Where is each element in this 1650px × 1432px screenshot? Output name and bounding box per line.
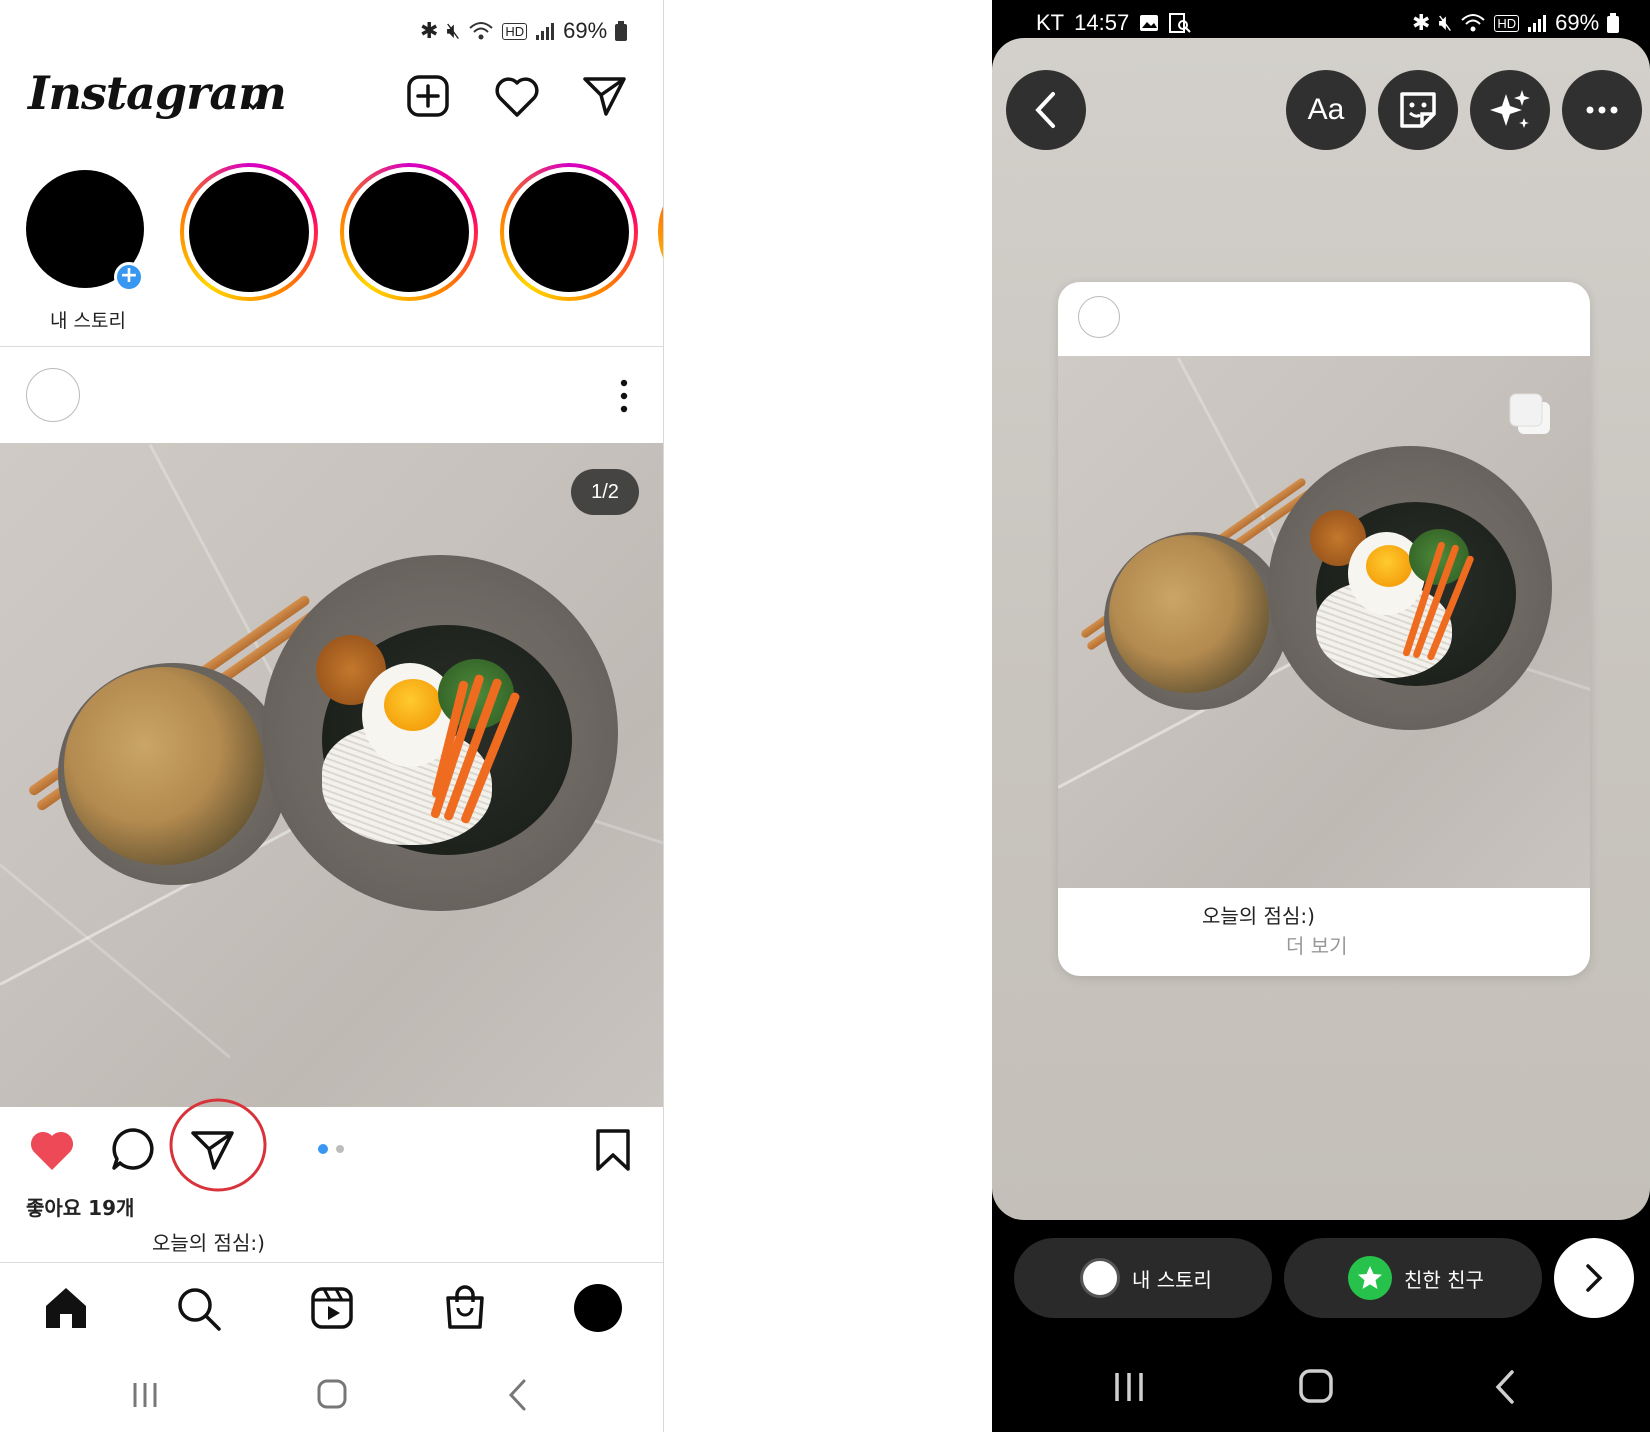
photo-counter-badge: 1/2 [571, 469, 639, 515]
battery-text: 69% [1555, 10, 1600, 35]
text-tool-button[interactable]: Aa [1286, 70, 1366, 150]
story-avatar[interactable] [180, 163, 318, 301]
battery-icon [1607, 13, 1620, 33]
instagram-logo[interactable]: Instagram [28, 66, 287, 120]
back-icon[interactable] [1492, 1368, 1518, 1406]
likes-count[interactable]: 좋아요 19개 [26, 1192, 134, 1221]
story-avatar[interactable] [500, 163, 638, 301]
status-bar-left: KT 14:57 [1036, 8, 1191, 38]
search-icon[interactable] [176, 1286, 222, 1332]
battery-text: 69% [563, 18, 608, 43]
wifi-icon [1461, 14, 1485, 32]
story-avatar[interactable] [340, 163, 478, 301]
my-story-avatar [1080, 1258, 1120, 1298]
post-author-avatar[interactable] [26, 368, 80, 422]
screenshot-notification-icon [1169, 13, 1191, 33]
reels-icon[interactable] [310, 1286, 354, 1330]
sparkles-icon [1490, 90, 1530, 128]
post-author-avatar [1078, 296, 1120, 338]
status-bar: ✱ 🔇︎ HD 69% [420, 16, 628, 46]
share-to-close-friends-button[interactable]: 친한 친구 [1284, 1238, 1542, 1318]
carousel-dot-active [318, 1144, 328, 1154]
share-to-my-story-button[interactable]: 내 스토리 [1014, 1238, 1272, 1318]
multi-photo-icon [1509, 393, 1550, 434]
status-bar-right: ✱ 🔇︎ HD 69% [1412, 8, 1620, 38]
chevron-down-icon[interactable] [242, 97, 264, 111]
carrier-text: KT [1036, 10, 1065, 35]
chevron-right-icon [1586, 1264, 1603, 1292]
mute-icon: 🔇︎ [1438, 10, 1453, 35]
hd-icon: HD [1494, 14, 1520, 32]
home-button-icon[interactable] [316, 1378, 348, 1410]
comment-icon[interactable] [110, 1126, 156, 1172]
wifi-icon [469, 22, 493, 40]
recent-apps-icon[interactable] [130, 1380, 160, 1410]
close-friends-star-icon [1348, 1256, 1392, 1300]
sticker-icon [1400, 92, 1436, 128]
effects-tool-button[interactable] [1470, 70, 1550, 150]
divider [0, 1262, 663, 1263]
main-bowl [262, 555, 618, 911]
hd-icon: HD [502, 22, 528, 40]
time-text: 14:57 [1074, 10, 1130, 35]
direct-message-icon[interactable] [582, 74, 628, 118]
close-friends-label: 친한 친구 [1404, 1267, 1484, 1292]
signal-icon [536, 23, 555, 40]
my-story-label: 내 스토리 [1132, 1267, 1212, 1292]
my-story-label: 내 스토리 [50, 310, 126, 332]
new-post-button[interactable] [406, 74, 450, 118]
card-photo [1058, 356, 1590, 888]
home-icon[interactable] [44, 1286, 88, 1330]
battery-icon [615, 21, 628, 41]
more-options-icon[interactable] [614, 378, 634, 414]
story-avatar[interactable] [658, 163, 663, 301]
ellipsis-icon [1586, 106, 1618, 114]
shared-post-card[interactable]: 오늘의 점심:) 더 보기 [1058, 282, 1590, 976]
carousel-dot [336, 1145, 344, 1153]
heart-icon[interactable] [494, 76, 540, 118]
next-button[interactable] [1554, 1238, 1634, 1318]
profile-avatar[interactable] [574, 1284, 622, 1332]
story-canvas[interactable]: Aa 오늘의 점심:) 더 보기 [992, 38, 1650, 1220]
signal-icon [1528, 15, 1547, 32]
post-photo[interactable]: 1/2 [0, 443, 663, 1107]
bluetooth-icon: ✱ [420, 18, 439, 43]
liked-heart-icon[interactable] [28, 1128, 76, 1172]
share-highlight-circle [169, 1098, 267, 1192]
card-caption: 오늘의 점심:) [1202, 904, 1315, 928]
mute-icon: 🔇︎ [446, 18, 461, 43]
back-button[interactable] [1006, 70, 1086, 150]
recent-apps-icon[interactable] [1112, 1370, 1146, 1404]
see-more-link[interactable]: 더 보기 [1286, 930, 1348, 959]
side-bowl [58, 663, 288, 885]
home-button-icon[interactable] [1298, 1368, 1334, 1404]
bookmark-icon[interactable] [594, 1128, 632, 1172]
spacer [665, 0, 992, 1432]
post-caption: 오늘의 점심:) [152, 1231, 265, 1255]
bluetooth-icon: ✱ [1412, 10, 1431, 35]
story-share-screen: KT 14:57 ✱ 🔇︎ HD 69% Aa 오늘의 점심:) 더 보기 내 … [992, 0, 1650, 1432]
shop-icon[interactable] [444, 1284, 486, 1330]
add-story-plus-icon[interactable]: + [114, 262, 144, 292]
sticker-tool-button[interactable] [1378, 70, 1458, 150]
divider [0, 346, 663, 347]
gallery-notification-icon [1140, 15, 1159, 31]
back-icon[interactable] [506, 1378, 530, 1412]
instagram-feed-screen: ✱ 🔇︎ HD 69% Instagram + 내 스토리 1/2 좋아요 19… [0, 0, 664, 1432]
more-options-button[interactable] [1562, 70, 1642, 150]
